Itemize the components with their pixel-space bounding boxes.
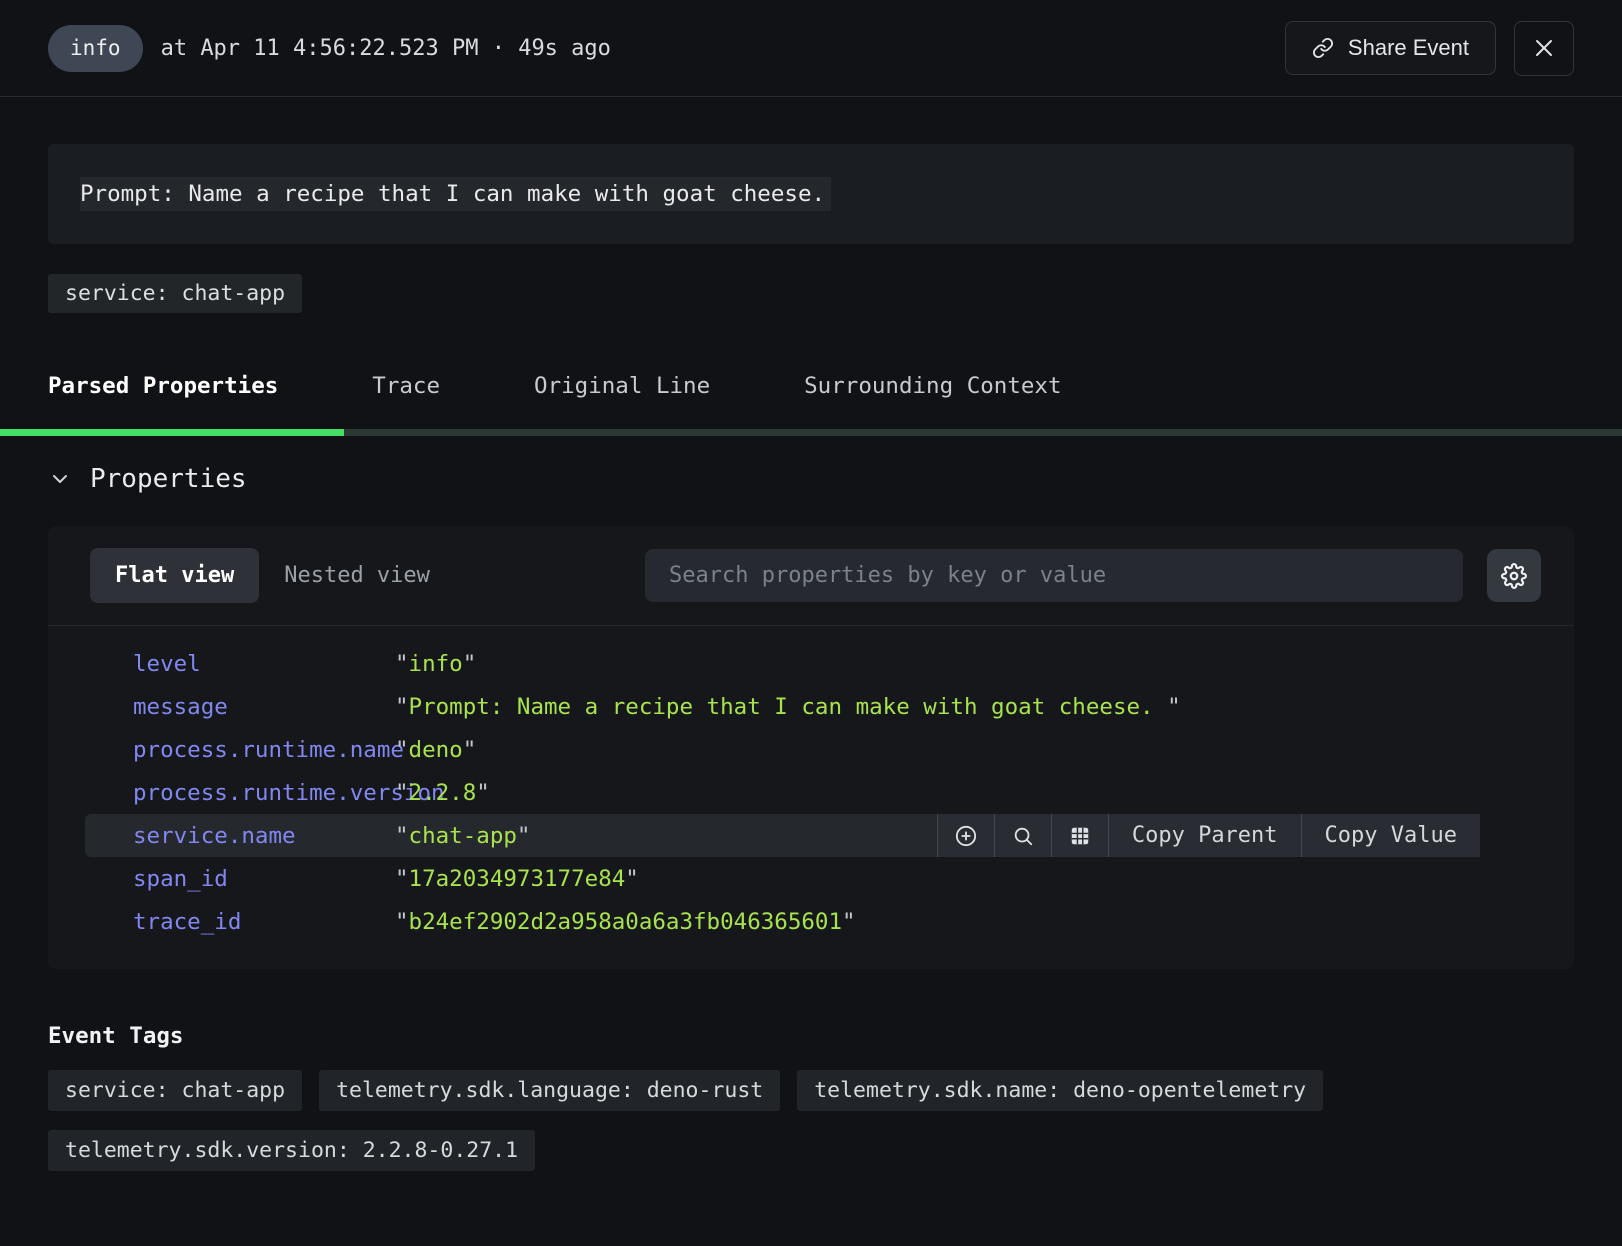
- properties-section-title: Properties: [90, 464, 247, 494]
- event-tags-section: Event Tags service: chat-app telemetry.s…: [48, 1023, 1574, 1171]
- event-detail-panel: info at Apr 11 4:56:22.523 PM · 49s ago …: [0, 0, 1622, 1246]
- add-column-button[interactable]: [1051, 814, 1108, 857]
- property-key: level: [85, 651, 395, 677]
- property-key: span_id: [85, 866, 395, 892]
- active-tab-indicator: [0, 429, 344, 436]
- event-tag[interactable]: telemetry.sdk.language: deno-rust: [319, 1070, 780, 1111]
- property-key: process.runtime.version: [85, 780, 395, 806]
- properties-toolbar: Flat view Nested view: [48, 526, 1574, 626]
- gear-icon: [1501, 563, 1527, 589]
- property-key: service.name: [85, 823, 395, 849]
- property-row[interactable]: span_id "17a2034973177e84": [85, 857, 1480, 900]
- property-value: "deno": [395, 737, 476, 763]
- property-key: trace_id: [85, 909, 395, 935]
- log-message-text: Prompt: Name a recipe that I can make wi…: [80, 177, 831, 211]
- property-value: "Prompt: Name a recipe that I can make w…: [395, 694, 1181, 720]
- plus-circle-icon: [955, 825, 977, 847]
- property-value: "2.2.8": [395, 780, 490, 806]
- search-value-button[interactable]: [994, 814, 1051, 857]
- event-timestamp: at Apr 11 4:56:22.523 PM · 49s ago: [161, 36, 611, 61]
- close-button[interactable]: [1514, 21, 1574, 76]
- chevron-down-icon: [48, 467, 72, 491]
- event-tag[interactable]: service: chat-app: [48, 1070, 302, 1111]
- property-key: process.runtime.name: [85, 737, 395, 763]
- properties-section-header[interactable]: Properties: [48, 464, 1574, 494]
- event-tags-title: Event Tags: [48, 1023, 1574, 1049]
- property-value: "17a2034973177e84": [395, 866, 639, 892]
- row-action-bar: Copy Parent Copy Value: [937, 814, 1480, 857]
- property-row-hovered[interactable]: service.name "chat-app": [85, 814, 1480, 857]
- table-grid-icon: [1069, 825, 1091, 847]
- property-value: "b24ef2902d2a958a0a6a3fb046365601": [395, 909, 856, 935]
- search-input[interactable]: [645, 549, 1463, 602]
- event-tag[interactable]: telemetry.sdk.version: 2.2.8-0.27.1: [48, 1130, 535, 1171]
- close-icon: [1532, 36, 1556, 60]
- properties-panel: Flat view Nested view level "info": [48, 526, 1574, 969]
- log-level-badge: info: [48, 25, 143, 72]
- tab-track: [0, 429, 1622, 436]
- tab-trace[interactable]: Trace: [372, 373, 440, 399]
- search-icon: [1012, 825, 1034, 847]
- tab-surrounding-context[interactable]: Surrounding Context: [804, 373, 1061, 399]
- service-tag[interactable]: service: chat-app: [48, 274, 302, 313]
- property-value: "chat-app": [395, 823, 937, 849]
- tab-original-line[interactable]: Original Line: [534, 373, 710, 399]
- property-key: message: [85, 694, 395, 720]
- tab-parsed-properties[interactable]: Parsed Properties: [48, 373, 278, 399]
- add-filter-button[interactable]: [937, 814, 994, 857]
- property-value: "info": [395, 651, 476, 677]
- copy-parent-button[interactable]: Copy Parent: [1108, 814, 1301, 857]
- flat-view-button[interactable]: Flat view: [90, 548, 259, 603]
- tab-bar: Parsed Properties Trace Original Line Su…: [48, 373, 1574, 436]
- property-row[interactable]: trace_id "b24ef2902d2a958a0a6a3fb0463656…: [85, 900, 1480, 943]
- copy-value-button[interactable]: Copy Value: [1301, 814, 1480, 857]
- log-message-box: Prompt: Name a recipe that I can make wi…: [48, 144, 1574, 244]
- share-event-label: Share Event: [1348, 35, 1469, 61]
- settings-button[interactable]: [1487, 549, 1541, 602]
- property-row[interactable]: message "Prompt: Name a recipe that I ca…: [85, 685, 1480, 728]
- event-tag-list: service: chat-app telemetry.sdk.language…: [48, 1070, 1574, 1171]
- nested-view-button[interactable]: Nested view: [259, 548, 455, 603]
- properties-table: level "info" message "Prompt: Name a rec…: [48, 626, 1574, 969]
- event-tag[interactable]: telemetry.sdk.name: deno-opentelemetry: [797, 1070, 1323, 1111]
- header-bar: info at Apr 11 4:56:22.523 PM · 49s ago …: [0, 0, 1622, 97]
- property-row[interactable]: level "info": [85, 642, 1480, 685]
- link-icon: [1312, 37, 1334, 59]
- share-event-button[interactable]: Share Event: [1285, 21, 1496, 75]
- property-row[interactable]: process.runtime.version "2.2.8": [85, 771, 1480, 814]
- property-row[interactable]: process.runtime.name "deno": [85, 728, 1480, 771]
